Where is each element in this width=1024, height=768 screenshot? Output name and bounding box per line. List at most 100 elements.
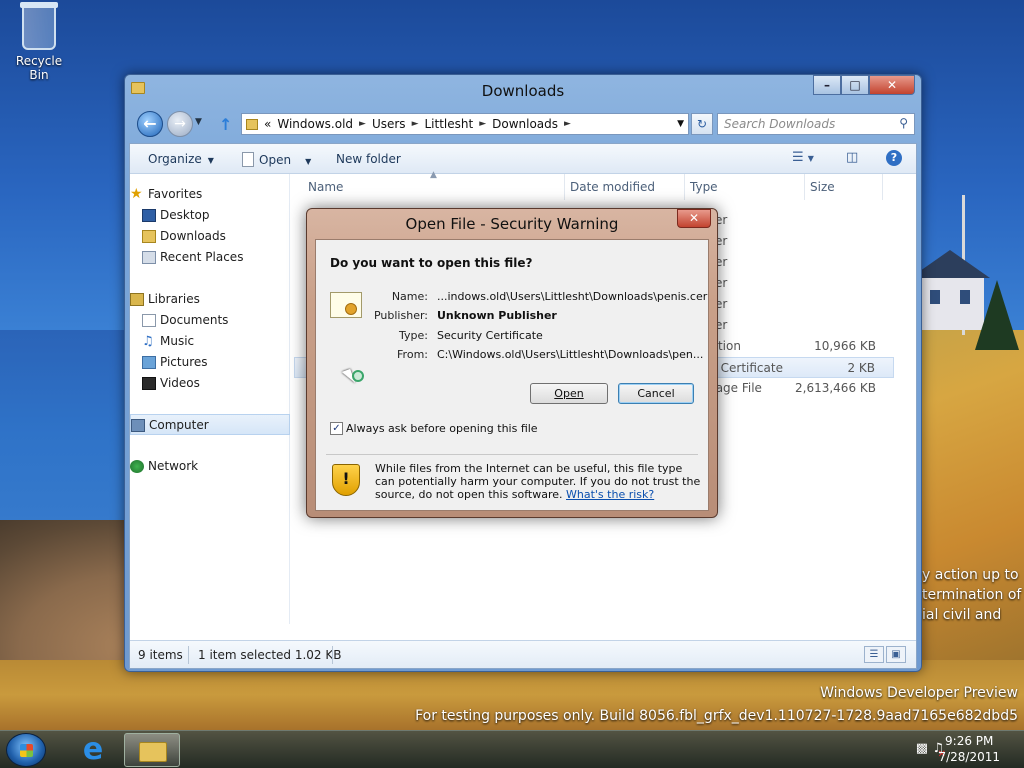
dialog-question: Do you want to open this file? [330, 256, 533, 270]
column-name[interactable]: Name [308, 180, 343, 194]
window-title: Downloads [481, 82, 565, 100]
computer-icon [131, 419, 145, 432]
taskbar: e ▩ ♫ ✕ 9:26 PM 7/28/2011 [0, 730, 1024, 768]
taskbar-windows-explorer[interactable] [124, 733, 180, 767]
new-folder-button[interactable]: New folder [336, 152, 401, 166]
pictures-icon [142, 356, 156, 369]
internet-explorer-icon: e [82, 732, 104, 767]
open-button[interactable]: Open [530, 383, 608, 404]
preview-pane-button[interactable]: ◫ [846, 150, 858, 165]
column-size[interactable]: Size [810, 180, 835, 194]
cancel-button[interactable]: Cancel [618, 383, 694, 404]
taskbar-internet-explorer[interactable]: e [70, 733, 110, 767]
sort-ascending-icon: ▲ [430, 170, 437, 180]
search-icon[interactable]: ⚲ [899, 116, 908, 130]
address-bar[interactable]: « Windows.old ► Users ► Littlesht ► Down… [241, 113, 689, 135]
open-command-button[interactable]: Open ▼ [242, 152, 311, 167]
breadcrumb-littlesht[interactable]: Littlesht [424, 117, 473, 131]
chevron-right-icon[interactable]: ► [564, 119, 571, 129]
breadcrumb-users[interactable]: Users [372, 117, 406, 131]
name-label: Name: [391, 290, 428, 303]
videos-icon [142, 377, 156, 390]
forward-button[interactable]: → [167, 111, 193, 137]
nav-computer[interactable]: Computer [130, 414, 290, 435]
whats-the-risk-link[interactable]: What's the risk? [566, 488, 654, 501]
recycle-bin-icon [20, 2, 58, 50]
column-type[interactable]: Type [690, 180, 718, 194]
from-value: C:\Windows.old\Users\Littlesht\Downloads… [437, 348, 704, 361]
start-button[interactable] [6, 733, 46, 767]
nav-libraries[interactable]: Libraries [130, 289, 290, 310]
folder-icon [142, 230, 156, 243]
clock-time: 9:26 PM [945, 734, 994, 748]
column-date-modified[interactable]: Date modified [570, 180, 655, 194]
always-ask-checkbox[interactable]: ✓ [330, 422, 343, 435]
status-item-count: 9 items [138, 648, 183, 662]
explorer-titlebar[interactable]: Downloads – □ ✕ [125, 75, 921, 105]
network-tray-icon[interactable]: ▩ [916, 741, 928, 756]
chevron-right-icon[interactable]: ► [359, 119, 366, 129]
taskbar-clock[interactable]: 9:26 PM 7/28/2011 [938, 733, 1000, 765]
watermark-title: Windows Developer Preview [820, 685, 1018, 701]
divider [326, 454, 698, 455]
recent-places-icon [142, 251, 156, 264]
desktop-icon-recycle-bin[interactable]: Recycle Bin [6, 2, 72, 82]
chevron-right-icon[interactable]: ► [412, 119, 419, 129]
address-dropdown-icon[interactable]: ▼ [677, 119, 684, 129]
dialog-close-button[interactable]: ✕ [677, 209, 711, 228]
command-bar: Organize ▼ Open ▼ New folder ☰ ▼ ◫ ? [130, 144, 916, 174]
change-view-button[interactable]: ☰ ▼ [792, 150, 814, 165]
nav-network[interactable]: Network [130, 456, 290, 477]
music-icon: ♫ [142, 334, 154, 349]
warning-shield-icon: ! [332, 464, 360, 496]
breadcrumb-windows-old[interactable]: Windows.old [277, 117, 353, 131]
recent-locations-dropdown[interactable]: ▼ [195, 117, 202, 127]
folder-icon [139, 742, 167, 762]
chevron-right-icon[interactable]: ► [479, 119, 486, 129]
close-button[interactable]: ✕ [869, 75, 915, 95]
nav-videos[interactable]: Videos [130, 373, 290, 394]
watermark-build: For testing purposes only. Build 8056.fb… [415, 708, 1018, 724]
nav-desktop[interactable]: Desktop [130, 205, 290, 226]
nav-documents[interactable]: Documents [130, 310, 290, 331]
help-icon[interactable]: ? [886, 150, 902, 166]
document-icon [242, 152, 254, 167]
minimize-button[interactable]: – [813, 75, 841, 95]
status-selection: 1 item selected 1.02 KB [198, 648, 342, 662]
refresh-button[interactable]: ↻ [691, 113, 713, 135]
publisher-label: Publisher: [373, 309, 428, 322]
desktop-legal-text: y action up to termination of ial civil … [922, 567, 1022, 623]
maximize-button[interactable]: □ [841, 75, 869, 95]
navigation-pane: ★ Favorites Desktop Downloads Recent Plac… [130, 174, 290, 624]
search-input[interactable]: Search Downloads ⚲ [717, 113, 915, 135]
large-icons-view-button[interactable]: ▣ [886, 646, 906, 663]
breadcrumb-downloads[interactable]: Downloads [492, 117, 558, 131]
type-value: Security Certificate [437, 329, 543, 342]
always-ask-label[interactable]: Always ask before opening this file [346, 422, 538, 435]
nav-favorites[interactable]: ★ Favorites [130, 184, 290, 205]
network-icon [130, 460, 144, 473]
security-warning-dialog: Open File - Security Warning ✕ Do you wa… [306, 208, 718, 518]
details-view-button[interactable]: ☰ [864, 646, 884, 663]
folder-icon [246, 118, 258, 130]
nav-recent-places[interactable]: Recent Places [130, 247, 290, 268]
nav-downloads[interactable]: Downloads [130, 226, 290, 247]
up-button[interactable]: ↑ [219, 115, 232, 134]
recycle-bin-label: Recycle Bin [15, 54, 63, 82]
star-icon: ★ [130, 186, 143, 202]
dialog-title: Open File - Security Warning [405, 215, 619, 233]
warning-message: While files from the Internet can be use… [375, 462, 701, 501]
nav-pictures[interactable]: Pictures [130, 352, 290, 373]
type-label: Type: [399, 329, 428, 342]
address-overflow[interactable]: « [264, 117, 271, 131]
from-label: From: [397, 348, 428, 361]
nav-music[interactable]: ♫ Music [130, 331, 290, 352]
status-bar: 9 items 1 item selected 1.02 KB ☰ ▣ [130, 640, 916, 668]
back-button[interactable]: ← [137, 111, 163, 137]
dialog-body: Do you want to open this file? Name: ...… [315, 239, 709, 511]
name-value: ...indows.old\Users\Littlesht\Downloads\… [437, 290, 708, 303]
busy-spinner-icon [352, 370, 364, 382]
libraries-icon [130, 293, 144, 306]
publisher-value: Unknown Publisher [437, 309, 557, 322]
organize-button[interactable]: Organize ▼ [148, 152, 214, 166]
